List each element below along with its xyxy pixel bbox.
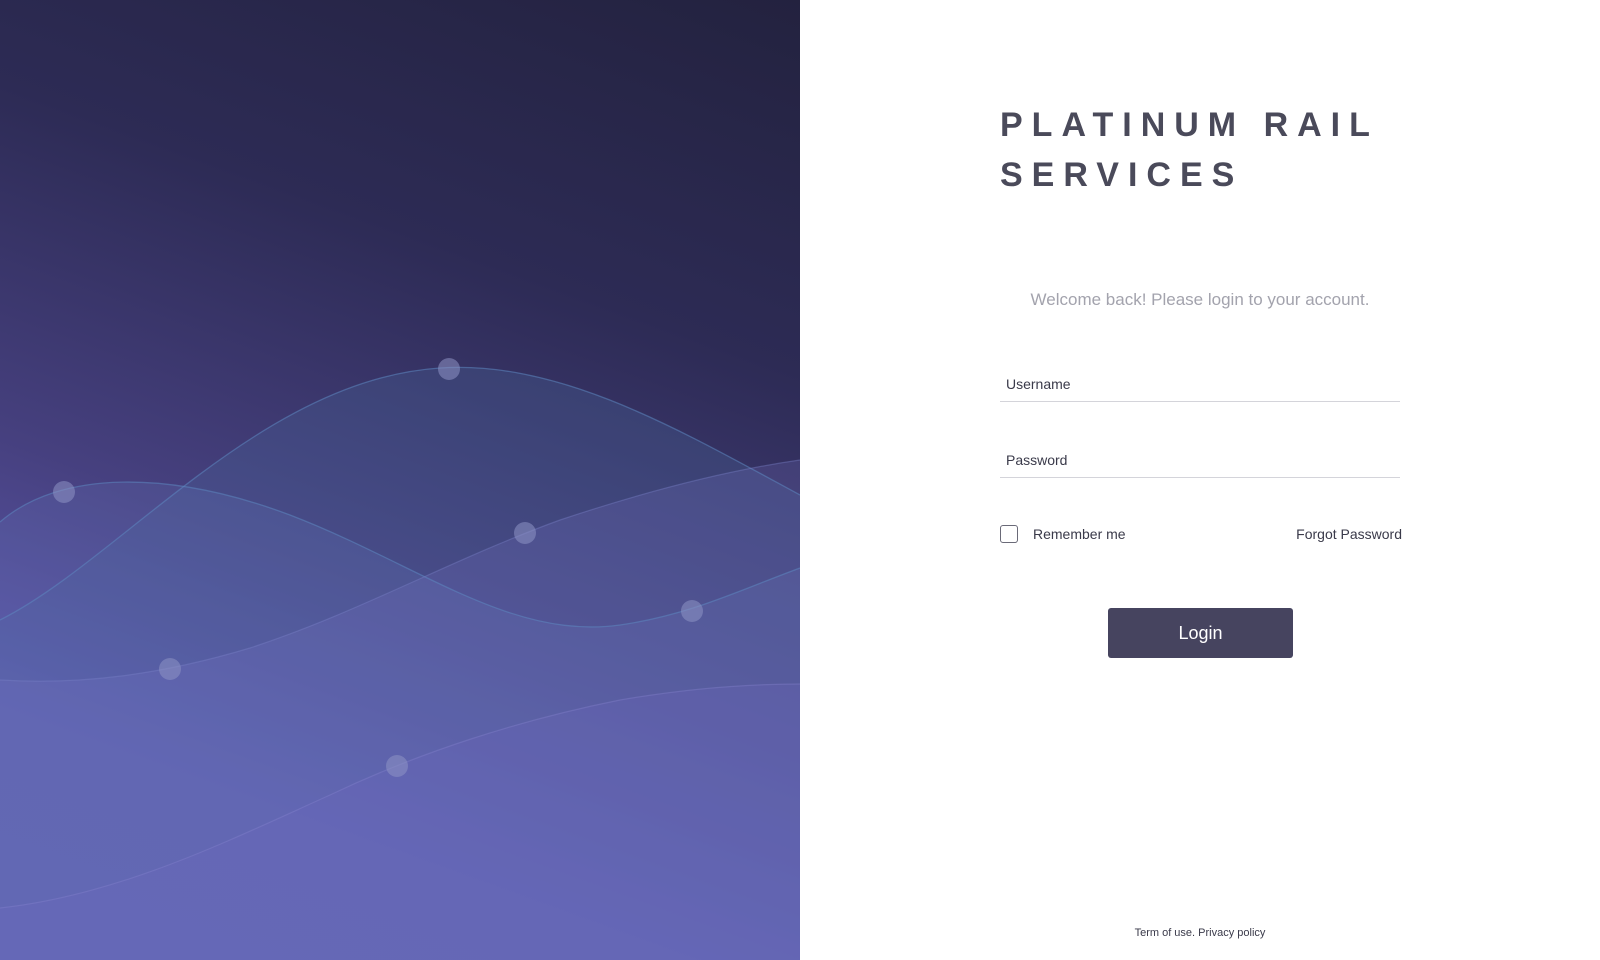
- login-button[interactable]: Login: [1108, 608, 1293, 658]
- wave-dot: [159, 658, 181, 680]
- brand-title-line-1: PLATINUM RAIL: [1000, 106, 1379, 144]
- login-panel: PLATINUM RAIL SERVICES Welcome back! Ple…: [800, 0, 1600, 960]
- username-field-wrapper: [1000, 366, 1400, 402]
- hero-illustration: [0, 0, 800, 960]
- password-input[interactable]: [1000, 442, 1400, 477]
- username-input[interactable]: [1000, 366, 1400, 401]
- wave-dot: [438, 358, 460, 380]
- login-page: PLATINUM RAIL SERVICES Welcome back! Ple…: [0, 0, 1600, 960]
- remember-me-checkbox[interactable]: [1000, 525, 1018, 543]
- wave-dot: [514, 522, 536, 544]
- wave-dot: [681, 600, 703, 622]
- welcome-message: Welcome back! Please login to your accou…: [1030, 290, 1370, 309]
- remember-me-label: Remember me: [1033, 526, 1126, 542]
- terms-of-use-link[interactable]: Term of use.: [1135, 927, 1196, 939]
- forgot-password-link[interactable]: Forgot Password: [1296, 526, 1402, 542]
- brand-title-line-2: SERVICES: [1000, 156, 1244, 194]
- wave-dot: [53, 481, 75, 503]
- password-field-wrapper: [1000, 442, 1400, 478]
- footer-links: Term of use. Privacy policy: [1000, 927, 1400, 939]
- login-options-row: Remember me Forgot Password: [1000, 524, 1402, 544]
- remember-me-toggle[interactable]: Remember me: [1000, 525, 1126, 543]
- privacy-policy-link[interactable]: Privacy policy: [1198, 927, 1265, 939]
- brand-title: PLATINUM RAIL SERVICES: [1000, 100, 1420, 200]
- wave-graphic: [0, 358, 800, 960]
- wave-dot: [386, 755, 408, 777]
